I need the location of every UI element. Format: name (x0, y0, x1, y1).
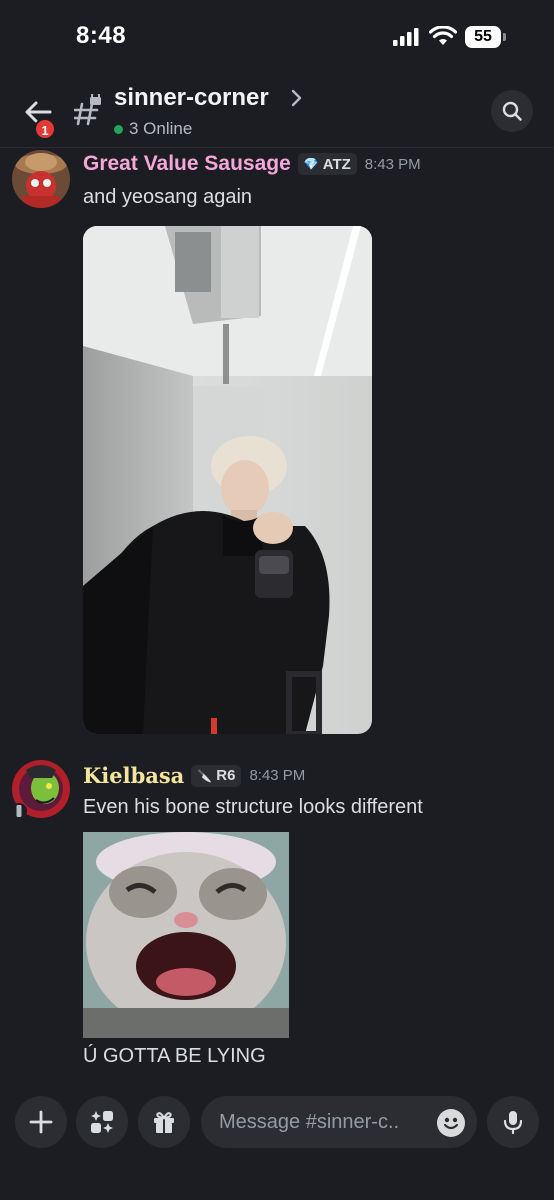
online-text: 3 Online (129, 119, 193, 138)
tag-label: ATZ (322, 155, 351, 173)
message-input[interactable] (201, 1096, 477, 1148)
avatar[interactable] (12, 150, 70, 208)
gift-icon (154, 1112, 174, 1133)
status-bar: 8:48 55 (0, 0, 554, 74)
microphone-icon (503, 1111, 523, 1135)
locked-channel-icon (74, 94, 101, 126)
status-time: 8:48 (76, 22, 127, 49)
message-composer (0, 1082, 554, 1200)
mobile-status-icon (11, 803, 27, 819)
author-name[interactable]: Great Value Sausage (83, 152, 291, 176)
voice-message-button[interactable] (487, 1096, 539, 1148)
message-header: Great Value Sausage 💎 ATZ 8:43 PM (83, 152, 421, 176)
emoji-button[interactable] (437, 1109, 465, 1137)
apps-button[interactable] (76, 1096, 128, 1148)
online-status-dot (114, 124, 123, 134)
diamond-icon: 💎 (303, 157, 319, 171)
add-attachment-button[interactable] (15, 1096, 67, 1148)
timestamp: 8:43 PM (364, 155, 421, 173)
image-attachment[interactable] (83, 832, 289, 1038)
channel-header: 1 sinner-corner 3 Online (0, 74, 554, 148)
knife-icon: 🔪 (197, 768, 213, 783)
message-text: Even his bone structure looks different (83, 796, 423, 818)
search-button[interactable] (491, 90, 533, 132)
apps-icon (91, 1111, 113, 1133)
chevron-right-icon[interactable] (290, 88, 304, 108)
wifi-icon (429, 26, 457, 45)
message-header: Kielbasa 🔪 R6 8:43 PM (83, 763, 305, 788)
search-icon (502, 101, 522, 121)
author-name[interactable]: Kielbasa (83, 763, 184, 788)
gift-button[interactable] (138, 1096, 190, 1148)
channel-name[interactable]: sinner-corner (114, 84, 269, 112)
unread-badge: 1 (34, 118, 56, 140)
timestamp: 8:43 PM (249, 767, 306, 784)
message-text: Ú GOTTA BE LYING (83, 1045, 266, 1067)
cellular-signal-icon (393, 28, 419, 46)
server-tag[interactable]: 💎 ATZ (297, 153, 357, 175)
image-attachment[interactable] (83, 226, 372, 734)
battery-level: 55 (474, 28, 492, 45)
online-count: 3 Online (114, 119, 192, 139)
message-text: and yeosang again (83, 186, 253, 208)
server-tag[interactable]: 🔪 R6 (191, 764, 242, 787)
tag-label: R6 (216, 767, 236, 784)
smiley-icon (443, 1117, 459, 1130)
plus-icon (29, 1110, 53, 1134)
battery-icon: 55 (465, 26, 507, 48)
